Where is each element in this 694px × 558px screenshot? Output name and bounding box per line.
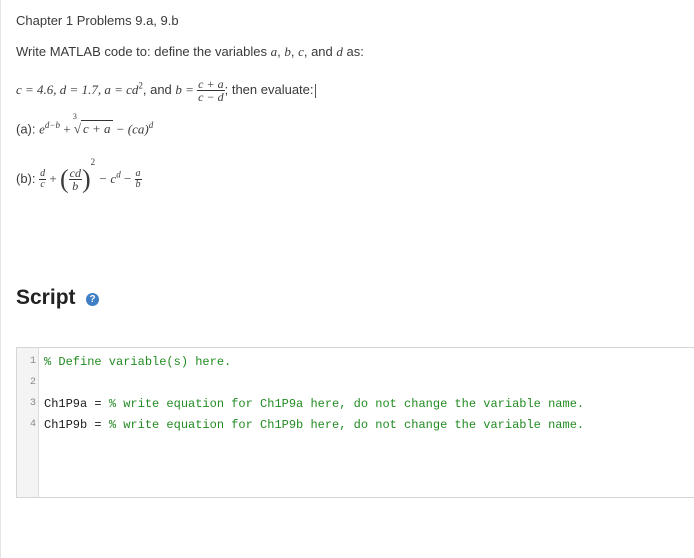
- eq-a-exp: d−b: [44, 120, 60, 130]
- defs-mid: , and: [142, 81, 176, 97]
- sep-3: , and: [303, 44, 337, 59]
- eq-b-minus1: − c: [95, 171, 117, 186]
- line-number: 3: [29, 398, 36, 409]
- defs-fraction: c + ac − d: [197, 78, 225, 104]
- code-line[interactable]: 1 % Define variable(s) here.: [17, 352, 694, 372]
- text-cursor: [314, 83, 316, 98]
- eq-b-plus: +: [46, 171, 60, 186]
- instruction-text: Write MATLAB code to: define the variabl…: [16, 44, 364, 60]
- variable-definitions: c = 4.6, d = 1.7, a = cd2, and b = c + a…: [16, 78, 316, 103]
- cube-root: 3 √ c + a: [72, 112, 113, 137]
- code-editor[interactable]: 1 % Define variable(s) here. 2 3 Ch1P9a …: [16, 347, 694, 498]
- defs-frac-den: c − d: [198, 90, 224, 104]
- equation-b: (b): dc + (cd b)2 − cd − ab: [16, 157, 142, 195]
- code-content[interactable]: Ch1P9a = % write equation for Ch1P9a her…: [44, 394, 584, 414]
- eq-b-label: (b):: [16, 171, 40, 186]
- code-identifier: Ch1P9b =: [44, 418, 109, 432]
- eq-a-label: (a):: [16, 121, 40, 137]
- script-heading: Script: [16, 286, 76, 309]
- line-number: 4: [29, 419, 36, 430]
- instruction-prefix: Write MATLAB code to: define the variabl…: [16, 44, 271, 59]
- eq-a-minus-exp: d: [148, 120, 154, 130]
- eq-b-minus2: −: [120, 171, 135, 186]
- code-comment: % write equation for Ch1P9a here, do not…: [108, 397, 585, 411]
- problem-title: Chapter 1 Problems 9.a, 9.b: [16, 13, 179, 28]
- left-paren: (: [59, 164, 69, 194]
- code-line[interactable]: 2: [17, 373, 694, 393]
- root-index: 3: [72, 112, 77, 122]
- eq-b-frac2: cd b: [68, 167, 82, 194]
- sep-2: ,: [290, 44, 299, 59]
- equation-a: (a): ed−b + 3 √ c + a − (ca)d: [16, 112, 154, 137]
- eq-b-frac3: ab: [134, 169, 142, 191]
- right-paren: ): [81, 164, 91, 194]
- code-content[interactable]: % Define variable(s) here.: [44, 352, 231, 372]
- defs-lead: c = 4.6, d = 1.7, a = cd: [16, 81, 139, 97]
- eq-a-minus: − (ca): [112, 121, 149, 137]
- eq-b-f2-exp: 2: [90, 157, 96, 167]
- eq-b-f3-den: b: [135, 179, 141, 191]
- instruction-suffix: as:: [342, 44, 364, 59]
- eq-a-plus: +: [59, 121, 74, 137]
- eq-b-f2-den: b: [72, 179, 79, 194]
- code-line[interactable]: 4 Ch1P9b = % write equation for Ch1P9b h…: [17, 415, 694, 435]
- code-identifier: Ch1P9a =: [44, 397, 109, 411]
- code-line[interactable]: 3 Ch1P9a = % write equation for Ch1P9a h…: [17, 394, 694, 414]
- defs-tail: ; then evaluate:: [224, 81, 314, 97]
- left-border: [0, 0, 1, 558]
- help-icon[interactable]: ?: [86, 293, 99, 306]
- line-number: 2: [29, 377, 36, 388]
- defs-b: b =: [175, 81, 198, 97]
- code-content[interactable]: Ch1P9b = % write equation for Ch1P9b her…: [44, 415, 584, 435]
- code-comment: % Define variable(s) here.: [44, 355, 232, 369]
- code-comment: % write equation for Ch1P9b here, do not…: [108, 418, 585, 432]
- line-number: 1: [29, 356, 36, 367]
- root-radicand: c + a: [80, 120, 113, 137]
